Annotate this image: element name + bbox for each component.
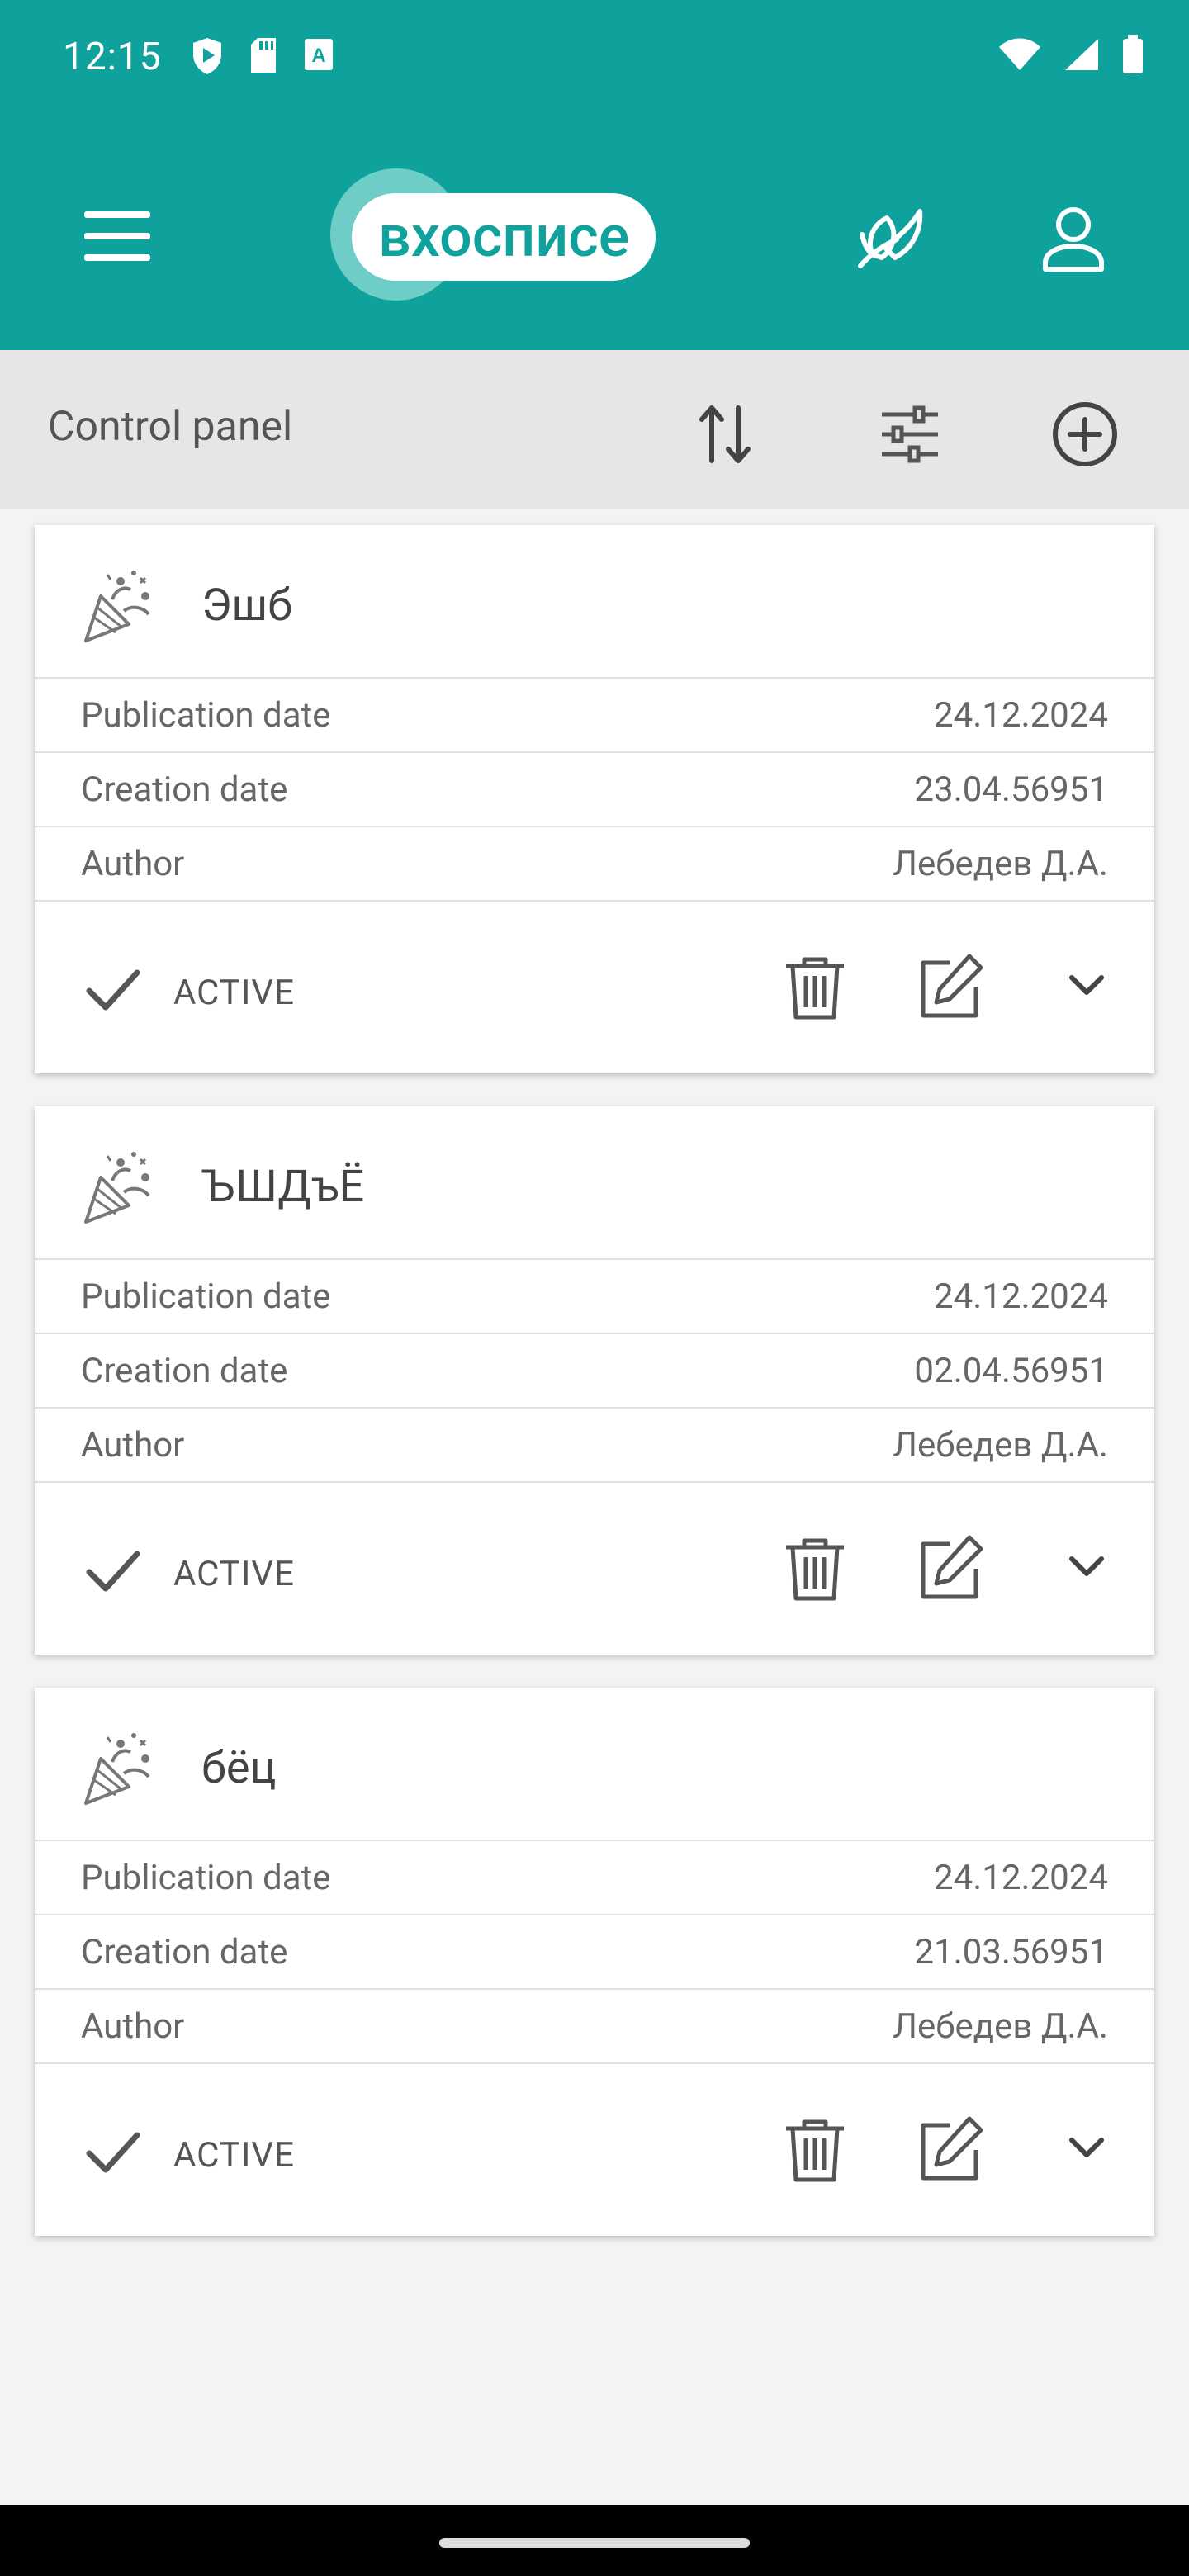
- add-button[interactable]: [1047, 396, 1123, 472]
- status-bar: 12:15 A: [0, 0, 1189, 122]
- row-label: Creation date: [81, 769, 288, 810]
- card-header: бёц: [35, 1688, 1154, 1841]
- app-bar: вхосписе: [0, 122, 1189, 350]
- card-title: Эшб: [201, 580, 292, 632]
- card-footer: ACTIVE: [35, 902, 1154, 1073]
- party-popper-icon: [84, 1152, 150, 1224]
- delete-button[interactable]: [778, 2112, 852, 2186]
- checkmark-icon: [86, 1551, 140, 1592]
- row-label: Publication date: [81, 695, 331, 736]
- row-label: Creation date: [81, 1351, 288, 1391]
- delete-button[interactable]: [778, 949, 852, 1024]
- status-label: ACTIVE: [173, 2135, 296, 2176]
- record-card[interactable]: Эшб Publication date 24.12.2024 Creation…: [35, 525, 1154, 1073]
- card-header: Эшб: [35, 525, 1154, 679]
- row-label: Publication date: [81, 1858, 331, 1898]
- status-icons-right: [997, 35, 1144, 74]
- row-value: Лебедев Д.А.: [893, 2006, 1108, 2047]
- app-logo[interactable]: вхосписе: [330, 168, 685, 309]
- chevron-down-icon: [1069, 2138, 1104, 2157]
- sliders-icon: [882, 405, 938, 463]
- row-label: Author: [81, 1425, 185, 1466]
- record-card[interactable]: ЪШДъЁ Publication date 24.12.2024 Creati…: [35, 1106, 1154, 1655]
- trash-icon: [786, 1538, 844, 1601]
- row-value: 21.03.56951: [914, 1932, 1108, 1972]
- menu-button[interactable]: [79, 205, 155, 268]
- row-value: 24.12.2024: [934, 695, 1108, 736]
- status-label: ACTIVE: [173, 973, 296, 1013]
- system-nav-bar: [0, 2505, 1189, 2576]
- status-time: 12:15: [63, 35, 162, 79]
- user-button[interactable]: [1034, 200, 1113, 279]
- wifi-icon: [999, 38, 1040, 70]
- control-panel-bar: Control panel: [0, 350, 1189, 509]
- edit-icon: [921, 2116, 983, 2181]
- hamburger-menu-icon: [84, 211, 150, 261]
- row-value: 02.04.56951: [914, 1351, 1108, 1391]
- card-title: бёц: [201, 1742, 277, 1794]
- battery-icon: [1123, 35, 1143, 73]
- publication-date-row: Publication date 24.12.2024: [35, 1841, 1154, 1915]
- signal-icon: [1065, 39, 1098, 70]
- party-popper-icon: [84, 571, 150, 642]
- edit-button[interactable]: [913, 1531, 988, 1605]
- creation-date-row: Creation date 21.03.56951: [35, 1915, 1154, 1990]
- gesture-handle[interactable]: [439, 2538, 750, 2548]
- card-footer: ACTIVE: [35, 1483, 1154, 1655]
- row-label: Author: [81, 844, 185, 884]
- leaf-icon: [858, 209, 923, 268]
- checkmark-icon: [86, 2132, 140, 2173]
- edit-icon: [921, 954, 983, 1018]
- row-value: Лебедев Д.А.: [893, 1425, 1108, 1466]
- publication-date-row: Publication date 24.12.2024: [35, 1260, 1154, 1334]
- trash-icon: [786, 2119, 844, 2182]
- row-value: 23.04.56951: [914, 769, 1108, 810]
- edit-button[interactable]: [913, 949, 988, 1024]
- sd-card-icon: [251, 38, 276, 73]
- edit-icon: [921, 1535, 983, 1599]
- logo-text: вхосписе: [352, 193, 656, 281]
- content-area: Эшб Publication date 24.12.2024 Creation…: [0, 509, 1189, 2505]
- sort-button[interactable]: [687, 396, 763, 472]
- record-card[interactable]: бёц Publication date 24.12.2024 Creation…: [35, 1688, 1154, 2236]
- add-circle-icon: [1053, 402, 1117, 466]
- svg-text:A: A: [311, 45, 325, 67]
- row-label: Publication date: [81, 1276, 331, 1317]
- card-title: ЪШДъЁ: [201, 1161, 365, 1213]
- creation-date-row: Creation date 02.04.56951: [35, 1334, 1154, 1409]
- author-row: Author Лебедев Д.А.: [35, 1409, 1154, 1483]
- row-label: Creation date: [81, 1932, 288, 1972]
- chevron-down-icon: [1069, 1556, 1104, 1576]
- card-footer: ACTIVE: [35, 2064, 1154, 2236]
- trash-icon: [786, 957, 844, 1020]
- card-header: ЪШДъЁ: [35, 1106, 1154, 1260]
- control-panel-title: Control panel: [48, 403, 293, 451]
- chevron-down-icon: [1069, 975, 1104, 995]
- filter-button[interactable]: [872, 396, 948, 472]
- expand-button[interactable]: [1063, 963, 1110, 1009]
- expand-button[interactable]: [1063, 2125, 1110, 2171]
- edit-button[interactable]: [913, 2112, 988, 2186]
- row-label: Author: [81, 2006, 185, 2047]
- user-icon: [1043, 207, 1104, 272]
- row-value: 24.12.2024: [934, 1276, 1108, 1317]
- shield-play-icon: [193, 38, 221, 74]
- leaf-button[interactable]: [849, 200, 928, 279]
- party-popper-icon: [84, 1733, 150, 1805]
- status-label: ACTIVE: [173, 1554, 296, 1594]
- keyboard-a-icon: A: [305, 39, 333, 70]
- author-row: Author Лебедев Д.А.: [35, 1990, 1154, 2064]
- publication-date-row: Publication date 24.12.2024: [35, 679, 1154, 753]
- sort-arrows-icon: [699, 405, 751, 463]
- creation-date-row: Creation date 23.04.56951: [35, 753, 1154, 827]
- expand-button[interactable]: [1063, 1544, 1110, 1590]
- delete-button[interactable]: [778, 1531, 852, 1605]
- checkmark-icon: [86, 969, 140, 1011]
- row-value: Лебедев Д.А.: [893, 844, 1108, 884]
- status-icons-left: A: [190, 36, 335, 76]
- author-row: Author Лебедев Д.А.: [35, 827, 1154, 902]
- row-value: 24.12.2024: [934, 1858, 1108, 1898]
